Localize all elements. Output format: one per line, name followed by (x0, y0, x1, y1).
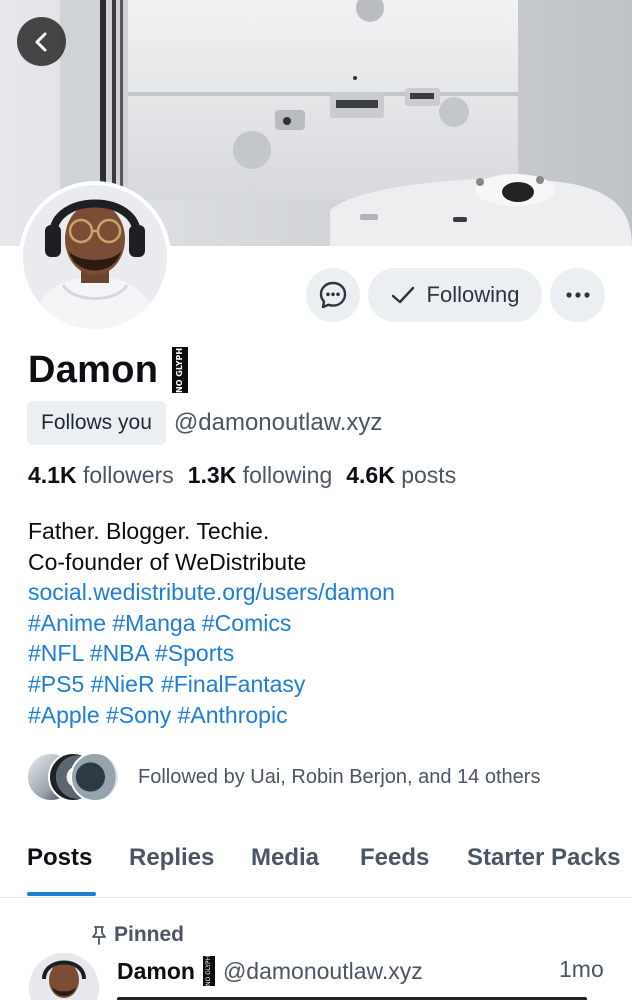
followers-count: 4.1K (28, 462, 77, 488)
following-count: 1.3K (187, 462, 237, 488)
post-text-cropped (117, 992, 617, 1000)
bio-hashtags[interactable]: #Anime #Manga #Comics (28, 608, 395, 639)
handle-row: Follows you @damonoutlaw.xyz (27, 401, 382, 445)
bio-hashtags[interactable]: #NFL #NBA #Sports (28, 638, 395, 669)
missing-glyph-box: NO GLYPH (202, 956, 215, 986)
arrow-left-icon (35, 32, 46, 51)
following-stat-label: following (242, 462, 333, 488)
bio-line: Co-founder of WeDistribute (28, 548, 307, 575)
display-name: Damon (28, 348, 159, 391)
followers-label: followers (82, 462, 174, 488)
profile-stats: 4.1K followers 1.3K following 4.6K posts (28, 462, 456, 489)
posts-label: posts (401, 462, 457, 488)
pinned-label-row: Pinned (90, 920, 184, 950)
bio-hashtags[interactable]: #Apple #Sony #Anthropic (28, 700, 395, 731)
posts-count: 4.6K (346, 462, 395, 488)
tab-replies[interactable]: Replies (129, 844, 214, 872)
followed-by-row[interactable]: Followed by Uai, Robin Berjon, and 14 ot… (26, 752, 540, 802)
follows-you-badge: Follows you (27, 401, 166, 445)
bio-line: Father. Blogger. Techie. (28, 518, 270, 544)
tab-feeds[interactable]: Feeds (360, 844, 429, 872)
posts-stat: 4.6K posts (346, 462, 456, 489)
back-button[interactable] (17, 17, 66, 66)
following-label: Following (426, 282, 520, 307)
more-options-button[interactable] (550, 268, 605, 322)
check-icon (391, 286, 414, 304)
following-button[interactable]: Following (368, 268, 542, 322)
missing-glyph-box: NO GLYPH (172, 347, 189, 393)
chat-bubble-icon (319, 281, 347, 309)
post-author-handle[interactable]: @damonoutlaw.xyz (223, 958, 423, 985)
following-stat[interactable]: 1.3K following (188, 462, 332, 489)
pinned-label: Pinned (114, 923, 185, 946)
tab-posts[interactable]: Posts (27, 844, 92, 872)
ellipsis-icon (565, 292, 590, 298)
profile-bio: Father. Blogger. Techie. Co-founder of W… (28, 516, 395, 730)
message-button[interactable] (306, 268, 360, 322)
pin-icon (92, 926, 106, 945)
post-author-avatar[interactable] (29, 953, 99, 1000)
followed-by-text: Followed by Uai, Robin Berjon, and 14 ot… (138, 765, 541, 788)
profile-name-row: Damon NO GLYPH (28, 345, 189, 395)
profile-handle: @damonoutlaw.xyz (173, 409, 383, 436)
post-author-name[interactable]: Damon (117, 958, 195, 985)
active-tab-indicator (27, 892, 96, 896)
tab-starter-packs[interactable]: Starter Packs (467, 844, 620, 872)
bio-hashtags[interactable]: #PS5 #NieR #FinalFantasy (28, 669, 395, 700)
profile-actions: Following (0, 268, 632, 322)
post-avatar-photo (29, 953, 99, 1000)
tab-media[interactable]: Media (251, 844, 319, 872)
follower-avatar (70, 752, 120, 802)
post-header: Damon NO GLYPH @damonoutlaw.xyz (117, 955, 423, 987)
post-timestamp[interactable]: 1mo (559, 956, 604, 983)
followers-stat[interactable]: 4.1K followers (28, 462, 174, 489)
bio-link[interactable]: social.wedistribute.org/users/damon (28, 577, 395, 608)
profile-tabs: Posts Replies Media Feeds Starter Packs (0, 830, 632, 898)
